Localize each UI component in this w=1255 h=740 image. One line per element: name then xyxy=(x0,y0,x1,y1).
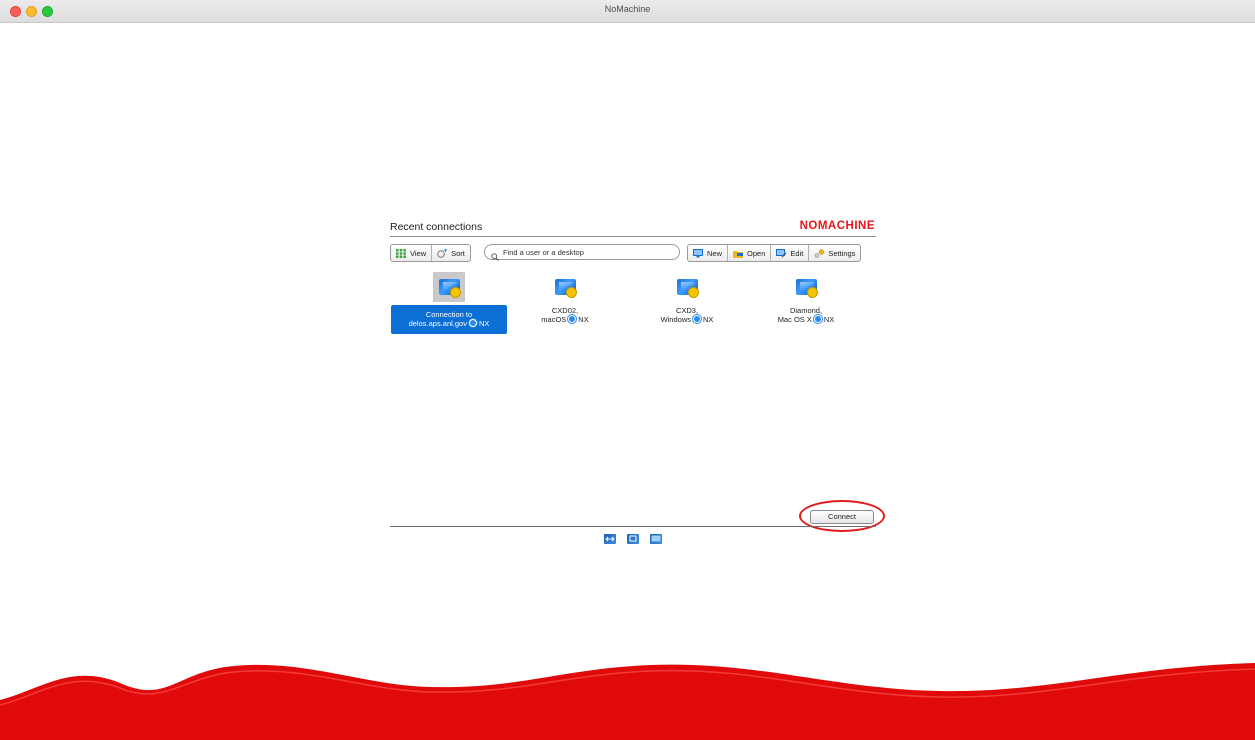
view-button[interactable]: View xyxy=(391,245,431,261)
connections-grid: Connection to delos.aps.anl.gov NX CXD02,… xyxy=(390,272,876,342)
connection-label: Connection to delos.aps.anl.gov NX xyxy=(391,305,507,334)
nx-protocol-icon xyxy=(468,319,477,327)
grid-icon xyxy=(396,248,406,258)
open-label: Open xyxy=(747,248,766,258)
title-bar: NoMachine xyxy=(0,0,1255,23)
toolbar: View Sort Find a user or a desktop New O… xyxy=(390,244,876,264)
edit-button[interactable]: Edit xyxy=(770,245,808,261)
connection-item[interactable]: CXD3, Windows NX xyxy=(628,272,746,325)
connection-label: CXD02, macOS NX xyxy=(541,306,589,324)
search-field[interactable] xyxy=(484,244,680,261)
red-wave-decoration xyxy=(0,663,1255,740)
sort-icon xyxy=(437,248,448,258)
connection-item[interactable]: CXD02, macOS NX xyxy=(506,272,624,325)
gear-icon xyxy=(814,248,825,258)
monitor-icon xyxy=(671,272,703,302)
nx-protocol-icon xyxy=(693,315,701,323)
panel-header: Recent connections NOMACHINE xyxy=(390,218,876,237)
folder-open-icon xyxy=(733,249,744,258)
nx-protocol-icon xyxy=(568,315,577,323)
new-button[interactable]: New xyxy=(688,245,727,261)
monitor-icon xyxy=(790,272,822,302)
view-label: View xyxy=(410,248,427,258)
bottom-divider xyxy=(390,526,876,527)
actions-group: New Open Edit Settings xyxy=(687,244,862,262)
search-input[interactable] xyxy=(503,247,673,257)
connect-button[interactable]: Connect xyxy=(810,510,874,524)
open-button[interactable]: Open xyxy=(727,245,770,261)
connection-label: Diamond, Mac OS X NX xyxy=(777,306,835,324)
sort-button[interactable]: Sort xyxy=(431,245,470,261)
connection-label: CXD3, Windows NX xyxy=(660,306,714,324)
settings-label: Settings xyxy=(828,248,856,258)
window-title: NoMachine xyxy=(604,4,651,14)
edit-icon xyxy=(776,248,787,258)
fullscreen-icon[interactable] xyxy=(604,534,616,544)
panel-heading: Recent connections xyxy=(390,221,483,233)
connection-item[interactable]: Diamond, Mac OS X NX xyxy=(747,272,865,325)
new-connection-icon xyxy=(693,248,703,258)
view-sort-group: View Sort xyxy=(390,244,471,262)
edit-label: Edit xyxy=(790,248,804,258)
new-label: New xyxy=(707,248,723,258)
nomachine-window: NoMachine Recent connections NOMACHINE V… xyxy=(0,0,1255,740)
monitor-icon xyxy=(549,272,581,302)
display-icon[interactable] xyxy=(650,534,662,544)
share-icon[interactable] xyxy=(627,534,639,544)
nomachine-logo: NOMACHINE xyxy=(799,220,875,232)
nx-protocol-icon xyxy=(813,315,822,323)
connection-item[interactable]: Connection to delos.aps.anl.gov NX xyxy=(390,272,508,334)
recent-connections-panel: Recent connections NOMACHINE View Sort F… xyxy=(390,218,876,342)
settings-button[interactable]: Settings xyxy=(808,245,860,261)
search-icon xyxy=(491,248,499,261)
footer-icons xyxy=(604,534,662,544)
sort-label: Sort xyxy=(451,248,465,258)
monitor-icon xyxy=(433,272,465,302)
